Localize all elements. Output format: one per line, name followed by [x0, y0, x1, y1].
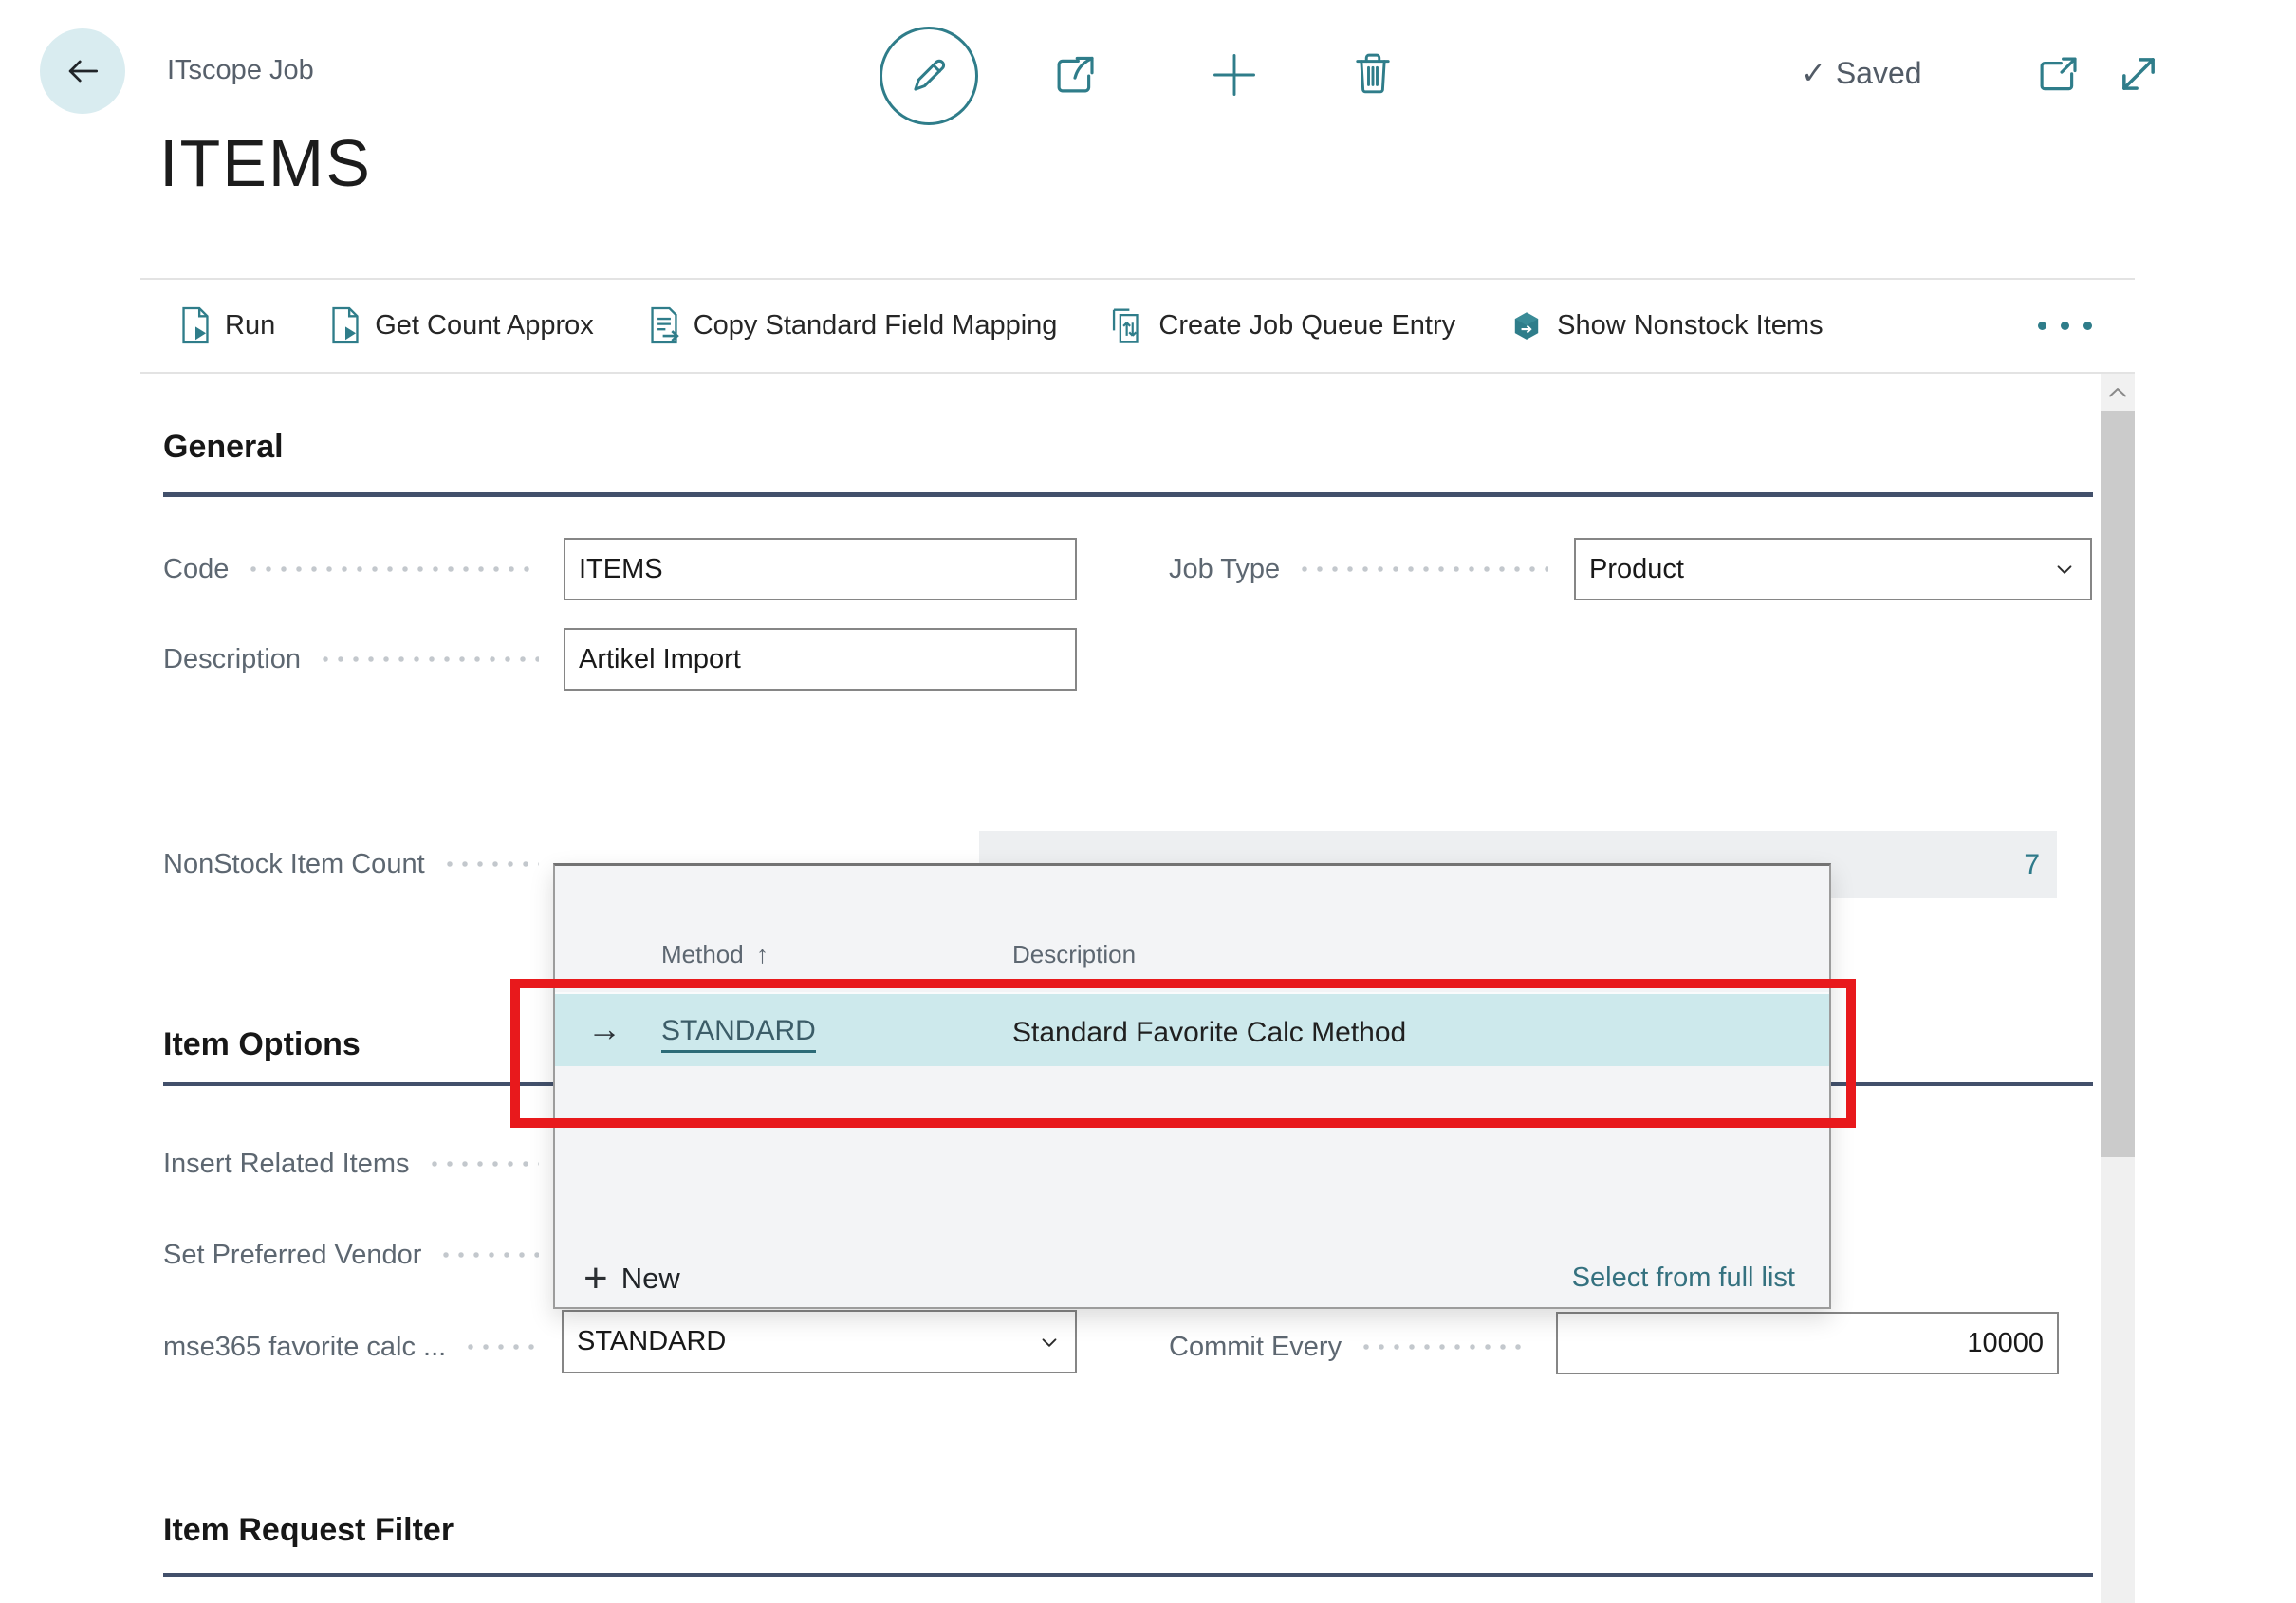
set-preferred-vendor-label: Set Preferred Vendor: [163, 1240, 421, 1271]
job-queue-icon: [1110, 305, 1146, 345]
job-type-field-row: Job Type: [1169, 538, 1571, 600]
lookup-new-label: New: [621, 1262, 680, 1296]
trash-icon: [1347, 47, 1398, 99]
favorite-calc-method-label: mse365 favorite calc ...: [163, 1332, 446, 1363]
more-actions-button[interactable]: [2038, 279, 2092, 372]
run-report-icon: [178, 305, 213, 345]
job-type-select[interactable]: Product: [1574, 538, 2092, 600]
current-row-arrow-icon: →: [587, 1009, 621, 1049]
action-bar: Run Get Count Approx Copy Standard Field…: [178, 279, 1824, 372]
delete-button[interactable]: [1347, 47, 1398, 99]
favorite-calc-method-select[interactable]: STANDARD: [562, 1310, 1077, 1373]
chevron-down-icon: [1037, 1330, 1062, 1354]
favorite-calc-method-row: mse365 favorite calc ...: [163, 1316, 562, 1378]
action-run[interactable]: Run: [178, 305, 275, 345]
scrollbar-up-button[interactable]: [2101, 374, 2135, 411]
scrollbar-thumb[interactable]: [2101, 411, 2135, 1157]
dotted-leader: [1359, 1343, 1529, 1351]
run-report-icon: [328, 305, 362, 345]
plus-icon: +: [583, 1258, 608, 1299]
description-field-row: Description: [163, 628, 562, 691]
dotted-leader: [463, 1343, 539, 1351]
chevron-up-icon: [2108, 387, 2127, 398]
insert-related-items-row: Insert Related Items: [163, 1133, 562, 1195]
new-button[interactable]: [1207, 47, 1262, 102]
lookup-row-description: Standard Favorite Calc Method: [1012, 1017, 1406, 1049]
back-button[interactable]: [40, 28, 125, 114]
commit-every-label: Commit Every: [1169, 1332, 1342, 1363]
action-get-count-approx[interactable]: Get Count Approx: [328, 305, 594, 345]
page-title: ITEMS: [159, 125, 372, 201]
nonstock-item-count-value[interactable]: 7: [2024, 849, 2040, 881]
column-header-method[interactable]: Method ↑: [661, 940, 768, 969]
expand-button[interactable]: [2112, 47, 2165, 101]
ellipsis-icon: [2061, 322, 2069, 330]
set-preferred-vendor-row: Set Preferred Vendor: [163, 1224, 562, 1286]
share-icon: [1049, 49, 1101, 101]
open-in-window-button[interactable]: [2032, 49, 2083, 101]
nonstock-box-icon: [1509, 306, 1545, 344]
sort-ascending-icon: ↑: [756, 940, 768, 968]
general-rule: [163, 492, 2093, 497]
dotted-leader: [442, 860, 539, 868]
open-in-window-icon: [2032, 49, 2083, 101]
section-heading-item-options: Item Options: [163, 1026, 361, 1063]
select-from-full-list-link[interactable]: Select from full list: [1572, 1262, 1795, 1294]
description-input[interactable]: [564, 628, 1077, 691]
commit-every-input[interactable]: [1556, 1312, 2059, 1374]
dotted-leader: [1297, 565, 1548, 573]
expand-icon: [2112, 47, 2165, 101]
nonstock-item-count-row: NonStock Item Count: [163, 831, 562, 897]
favorite-calc-method-value: STANDARD: [577, 1326, 726, 1357]
save-status: ✓ Saved: [1801, 55, 1922, 91]
action-run-label: Run: [225, 310, 275, 341]
action-get-count-approx-label: Get Count Approx: [375, 310, 594, 341]
dotted-leader: [427, 1160, 540, 1168]
page: ITscope Job ✓ Saved ITEMS: [0, 0, 2296, 1603]
commit-every-row: Commit Every: [1169, 1316, 1552, 1378]
code-field-row: Code: [163, 538, 562, 600]
lookup-row-standard[interactable]: → STANDARD Standard Favorite Calc Method: [555, 992, 1829, 1066]
nonstock-item-count-label: NonStock Item Count: [163, 849, 425, 880]
item-request-filter-rule: [163, 1573, 2093, 1577]
scrollbar-track[interactable]: [2101, 1157, 2135, 1603]
action-copy-standard-field-mapping[interactable]: Copy Standard Field Mapping: [647, 305, 1058, 345]
section-heading-item-request-filter: Item Request Filter: [163, 1512, 454, 1549]
checkmark-icon: ✓: [1801, 55, 1826, 91]
action-show-nonstock-items-label: Show Nonstock Items: [1557, 310, 1823, 341]
dotted-leader: [246, 565, 539, 573]
page-caption: ITscope Job: [167, 55, 314, 86]
description-label: Description: [163, 644, 301, 675]
copy-document-icon: [647, 305, 681, 345]
job-type-value: Product: [1589, 554, 1684, 585]
section-heading-general: General: [163, 429, 284, 466]
job-type-label: Job Type: [1169, 554, 1280, 585]
action-copy-standard-field-mapping-label: Copy Standard Field Mapping: [694, 310, 1058, 341]
lookup-popup: Method ↑ Description → STANDARD Standard…: [553, 863, 1831, 1309]
ellipsis-icon: [2038, 322, 2046, 330]
action-create-job-queue-entry[interactable]: Create Job Queue Entry: [1110, 305, 1455, 345]
edit-button[interactable]: [880, 27, 978, 125]
code-label: Code: [163, 554, 229, 585]
pencil-icon: [904, 51, 954, 101]
chevron-down-icon: [2052, 557, 2077, 581]
action-bar-bottom-divider: [140, 372, 2135, 374]
action-create-job-queue-entry-label: Create Job Queue Entry: [1158, 310, 1455, 341]
arrow-left-icon: [62, 50, 103, 92]
ellipsis-icon: [2083, 322, 2092, 330]
lookup-new-button[interactable]: + New: [583, 1253, 680, 1304]
insert-related-items-label: Insert Related Items: [163, 1149, 410, 1180]
column-header-description[interactable]: Description: [1012, 940, 1136, 969]
saved-label: Saved: [1836, 56, 1922, 91]
dotted-leader: [438, 1251, 539, 1259]
share-button[interactable]: [1049, 49, 1101, 101]
dotted-leader: [318, 655, 539, 663]
lookup-row-method-link[interactable]: STANDARD: [661, 1015, 816, 1053]
code-input[interactable]: [564, 538, 1077, 600]
plus-icon: [1207, 47, 1262, 102]
action-show-nonstock-items[interactable]: Show Nonstock Items: [1509, 306, 1823, 344]
